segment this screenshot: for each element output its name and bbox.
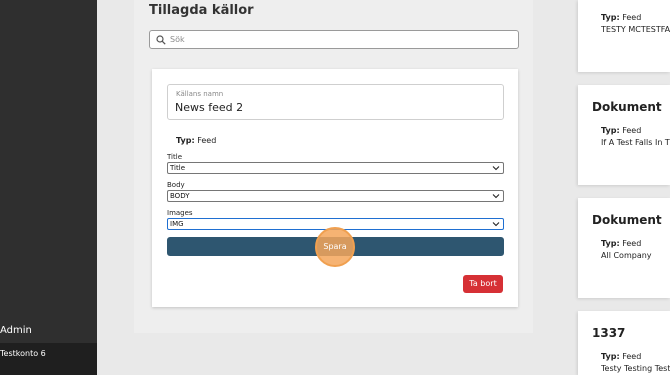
sidebar: Admin Testkonto 6 — [0, 0, 97, 375]
type-label: Typ: — [601, 352, 620, 361]
source-card-title: Dokument — [592, 213, 662, 227]
source-card[interactable]: 1337 Typ: Feed Testy Testing Test — [578, 311, 670, 375]
source-name-label: Källans namn — [176, 90, 224, 98]
chevron-down-icon — [492, 222, 500, 227]
source-type-value: Feed — [197, 136, 217, 145]
delete-button[interactable]: Ta bort — [463, 275, 503, 293]
source-card-type: Typ: Feed — [601, 352, 641, 361]
sidebar-item-admin[interactable]: Admin — [0, 320, 97, 342]
title-field-label: Title — [167, 153, 183, 161]
search-input[interactable] — [170, 31, 510, 48]
images-select-value: IMG — [170, 220, 184, 228]
title-select[interactable]: Title — [167, 162, 504, 174]
source-card-type: Typ: Feed — [601, 239, 641, 248]
type-value: Feed — [622, 352, 642, 361]
source-type-label: Typ: — [176, 136, 195, 145]
source-card-title: 1337 — [592, 326, 626, 340]
source-card-title: Dokument — [592, 100, 662, 114]
images-field-label: Images — [167, 209, 193, 217]
type-label: Typ: — [601, 126, 620, 135]
source-card-subtitle: All Company — [601, 251, 652, 260]
search-icon — [156, 35, 166, 45]
source-card[interactable]: Typ: Feed TESTY MCTESTFACE — [578, 0, 670, 72]
body-field-label: Body — [167, 181, 185, 189]
type-label: Typ: — [601, 239, 620, 248]
body-select[interactable]: BODY — [167, 190, 504, 202]
source-card-subtitle: TESTY MCTESTFACE — [601, 25, 670, 34]
source-card-type: Typ: Feed — [601, 126, 641, 135]
type-value: Feed — [622, 13, 642, 22]
source-card-type: Typ: Feed — [601, 13, 641, 22]
type-value: Feed — [622, 239, 642, 248]
type-value: Feed — [622, 126, 642, 135]
type-label: Typ: — [601, 13, 620, 22]
save-button-label[interactable]: Spara — [315, 242, 355, 251]
source-name-value[interactable]: News feed 2 — [175, 101, 243, 114]
sidebar-item-account[interactable]: Testkonto 6 — [0, 343, 97, 375]
source-card-subtitle: Testy Testing Test — [601, 364, 670, 373]
title-select-value: Title — [170, 164, 186, 172]
page-title: Tillagda källor — [149, 3, 254, 18]
search-box[interactable] — [149, 30, 519, 49]
source-type: Typ: Feed — [176, 136, 216, 145]
body-select-value: BODY — [170, 192, 190, 200]
source-card[interactable]: Dokument Typ: Feed All Company — [578, 198, 670, 298]
source-card-subtitle: If A Test Falls In The — [601, 138, 670, 147]
source-card[interactable]: Dokument Typ: Feed If A Test Falls In Th… — [578, 85, 670, 185]
chevron-down-icon — [492, 166, 500, 171]
source-name-field[interactable]: Källans namn News feed 2 — [167, 84, 504, 120]
chevron-down-icon — [492, 194, 500, 199]
